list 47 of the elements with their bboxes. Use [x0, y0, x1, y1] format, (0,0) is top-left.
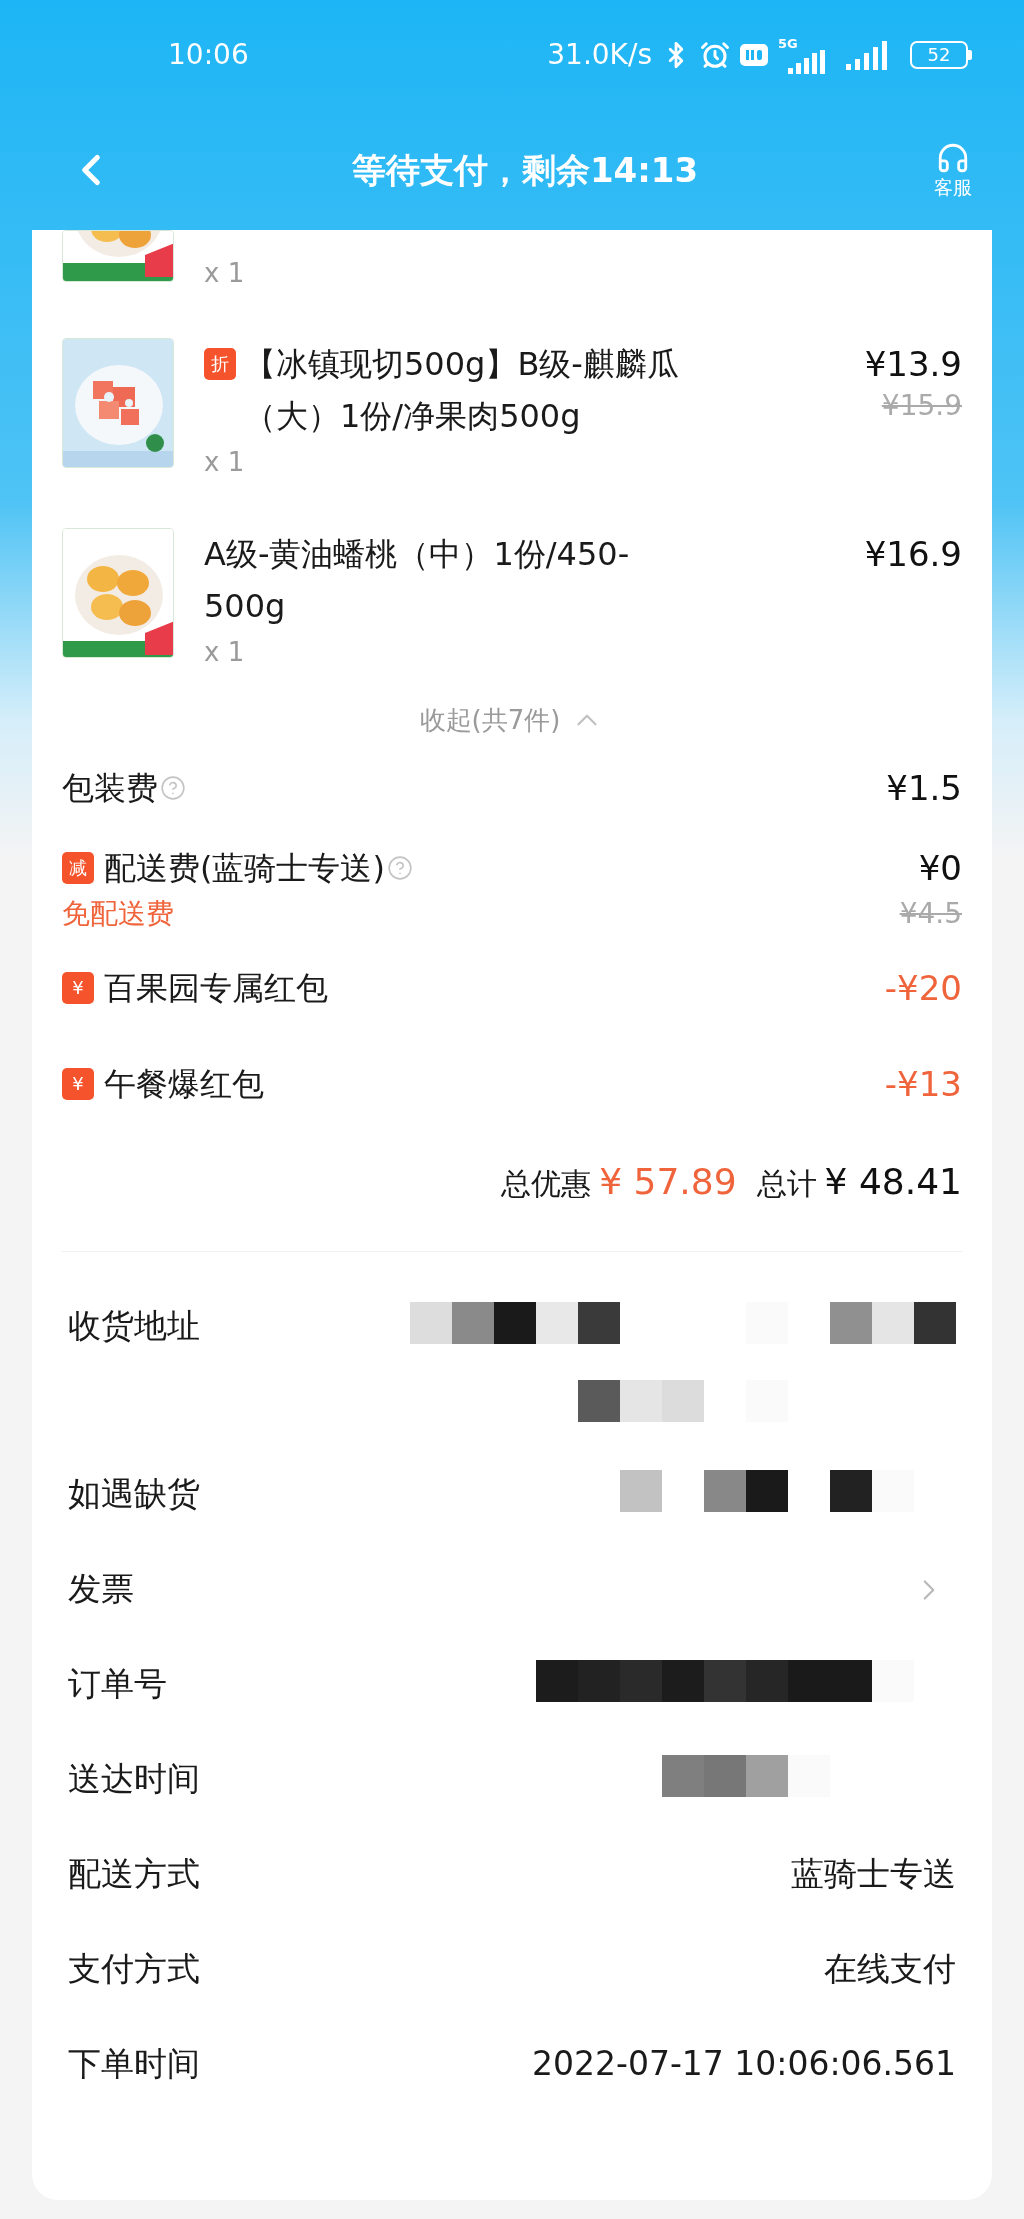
item-quantity: x 1	[204, 258, 245, 288]
detail-label: 送达时间	[68, 1758, 200, 1800]
detail-label: 下单时间	[68, 2043, 200, 2085]
fee-label: 午餐爆红包	[104, 1064, 264, 1105]
detail-label: 支付方式	[68, 1948, 200, 1990]
detail-label: 配送方式	[68, 1853, 200, 1895]
battery-indicator: 52	[910, 41, 972, 69]
tag-badge: ¥	[62, 972, 94, 1004]
item-price: ¥13.9	[864, 343, 962, 386]
network-speed: 31.0K/s	[547, 37, 652, 73]
fee-label: 配送费(蓝骑士专送)	[104, 848, 385, 889]
fee-amount: -¥13	[884, 1063, 962, 1106]
discount-total: ¥ 57.89	[599, 1160, 737, 1204]
fee-amount: -¥20	[884, 967, 962, 1010]
alarm-icon	[700, 40, 730, 70]
tag-badge: 折	[204, 348, 236, 380]
item-price: ¥16.9	[864, 533, 962, 576]
customer-service-button[interactable]: 客服	[934, 141, 972, 199]
detail-label: 订单号	[68, 1663, 167, 1705]
collapse-toggle[interactable]: 收起(共7件)	[419, 700, 561, 740]
order-total: ¥ 48.41	[824, 1160, 962, 1204]
fee-amount: ¥1.5	[886, 767, 962, 810]
help-icon[interactable]	[386, 855, 413, 881]
detail-value: 在线支付	[824, 1948, 956, 1990]
item-name: 【冰镇现切500g】B级-麒麟瓜（大）1份/净果肉500g	[244, 344, 680, 437]
detail-label: 收货地址	[68, 1305, 200, 1347]
item-quantity: x 1	[204, 636, 245, 669]
original-price: ¥15.9	[881, 388, 962, 424]
item-name: A级-黄油蟠桃（中）1份/450-500g	[204, 534, 631, 627]
help-icon[interactable]	[160, 775, 186, 801]
original-fee: ¥4.5	[899, 896, 962, 932]
detail-label: 发票	[68, 1568, 134, 1610]
fee-amount: ¥0	[918, 847, 962, 890]
detail-value: 2022-07-17 10:06:06.561	[532, 2043, 956, 2085]
total-label: 总计	[756, 1165, 817, 1203]
fee-label: 包装费	[62, 768, 158, 809]
tag-badge: 减	[62, 852, 94, 884]
detail-value: 蓝骑士专送	[791, 1853, 956, 1895]
fee-label: 百果园专属红包	[104, 968, 328, 1009]
status-time: 10:06	[168, 37, 249, 73]
discount-label: 总优惠	[501, 1165, 592, 1203]
item-quantity: x 1	[204, 446, 245, 479]
detail-label: 如遇缺货	[68, 1473, 200, 1515]
network-type: 5G	[778, 36, 798, 50]
page-title: 等待支付，剩余14:13	[351, 148, 699, 192]
tag-badge: ¥	[62, 1068, 94, 1100]
fee-note: 免配送费	[62, 896, 174, 932]
